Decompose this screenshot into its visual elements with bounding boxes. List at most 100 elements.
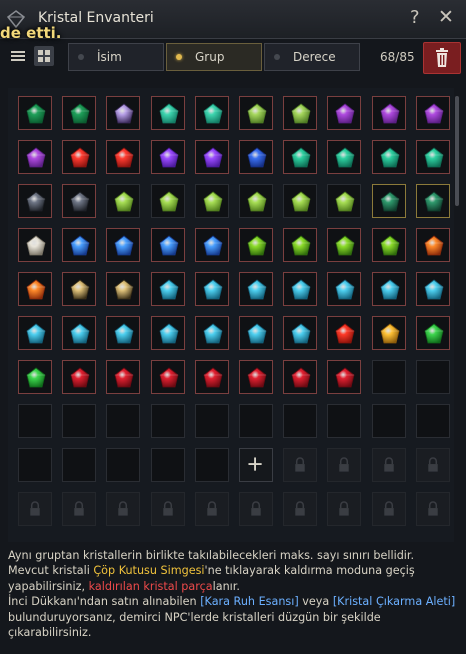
crystal-slot[interactable] [150,228,185,262]
empty-slot[interactable] [62,404,97,438]
empty-slot[interactable] [371,360,406,394]
crystal-slot[interactable] [415,228,450,262]
crystal-slot[interactable] [415,316,450,350]
empty-slot[interactable] [194,448,229,482]
crystal-slot[interactable] [283,272,318,306]
crystal-slot[interactable] [327,184,362,218]
empty-slot[interactable] [327,404,362,438]
crystal-slot[interactable] [62,228,97,262]
list-view-icon[interactable] [8,46,28,66]
empty-slot[interactable] [415,360,450,394]
crystal-slot[interactable] [415,140,450,174]
crystal-slot[interactable] [62,96,97,130]
crystal-slot[interactable] [62,360,97,394]
crystal-slot[interactable] [415,184,450,218]
orb-gold-icon [380,323,400,344]
crystal-slot[interactable] [371,96,406,130]
crystal-slot[interactable] [18,360,52,394]
ruby-red-icon [70,147,90,168]
crystal-slot[interactable] [239,272,273,306]
empty-slot[interactable] [150,404,185,438]
crystal-slot[interactable] [194,272,229,306]
crystal-slot[interactable] [62,316,97,350]
crystal-slot[interactable] [239,228,273,262]
empty-slot[interactable] [371,404,406,438]
crystal-slot[interactable] [150,184,185,218]
crystal-slot[interactable] [283,140,318,174]
crystal-slot[interactable] [62,140,97,174]
crystal-slot[interactable] [106,316,141,350]
crystal-slot[interactable] [327,272,362,306]
crystal-slot[interactable] [327,360,362,394]
crystal-slot[interactable] [62,272,97,306]
close-button[interactable]: ✕ [438,6,454,28]
crystal-slot[interactable] [106,184,141,218]
crystal-slot[interactable] [415,96,450,130]
crystal-slot[interactable] [18,316,52,350]
crystal-slot[interactable] [194,228,229,262]
crystal-slot[interactable] [150,96,185,130]
empty-slot[interactable] [106,404,141,438]
crystal-slot[interactable] [371,140,406,174]
empty-slot[interactable] [415,404,450,438]
sort-tab-group[interactable]: Grup [166,43,262,71]
crystal-slot[interactable] [194,316,229,350]
crystal-slot[interactable] [239,360,273,394]
scrollbar[interactable] [455,96,459,206]
sort-tab-grade[interactable]: Derece [264,43,360,71]
help-button[interactable]: ? [410,7,420,28]
sort-tab-name[interactable]: İsim [68,43,164,71]
empty-slot[interactable] [239,404,273,438]
crystal-slot[interactable] [106,140,141,174]
crystal-slot[interactable] [194,140,229,174]
crystal-slot[interactable] [371,184,406,218]
crystal-slot[interactable] [371,228,406,262]
crystal-slot[interactable] [106,228,141,262]
crystal-slot[interactable] [283,184,318,218]
empty-slot[interactable] [150,448,185,482]
crystal-slot[interactable] [239,184,273,218]
crystal-slot[interactable] [18,272,52,306]
crystal-slot[interactable] [283,316,318,350]
crystal-slot[interactable] [18,140,52,174]
garnet-red-icon [114,367,134,388]
empty-slot[interactable] [18,404,52,438]
crystal-slot[interactable] [150,316,185,350]
crystal-slot[interactable] [283,360,318,394]
crystal-slot[interactable] [106,272,141,306]
empty-slot[interactable] [62,448,97,482]
empty-slot[interactable] [283,404,318,438]
add-slot-button[interactable] [239,448,273,482]
crystal-slot[interactable] [106,96,141,130]
crystal-slot[interactable] [150,272,185,306]
crystal-slot[interactable] [18,184,52,218]
grid-view-icon[interactable] [34,46,54,66]
crystal-slot[interactable] [283,228,318,262]
crystal-slot[interactable] [194,184,229,218]
crystal-slot[interactable] [62,184,97,218]
crystal-slot[interactable] [327,228,362,262]
peridot-lime-icon [247,191,267,212]
crystal-slot[interactable] [18,96,52,130]
drop-cyan-icon [247,279,267,300]
trash-button[interactable] [423,42,461,74]
crystal-slot[interactable] [371,316,406,350]
crystal-slot[interactable] [327,96,362,130]
crystal-slot[interactable] [18,228,52,262]
crystal-slot[interactable] [327,140,362,174]
empty-slot[interactable] [18,448,52,482]
crystal-slot[interactable] [150,140,185,174]
crystal-slot[interactable] [239,96,273,130]
crystal-slot[interactable] [239,140,273,174]
crystal-slot[interactable] [371,272,406,306]
crystal-slot[interactable] [150,360,185,394]
crystal-slot[interactable] [415,272,450,306]
crystal-slot[interactable] [327,316,362,350]
crystal-slot[interactable] [106,360,141,394]
crystal-slot[interactable] [194,360,229,394]
crystal-slot[interactable] [283,96,318,130]
empty-slot[interactable] [194,404,229,438]
crystal-slot[interactable] [239,316,273,350]
empty-slot[interactable] [106,448,141,482]
crystal-slot[interactable] [194,96,229,130]
